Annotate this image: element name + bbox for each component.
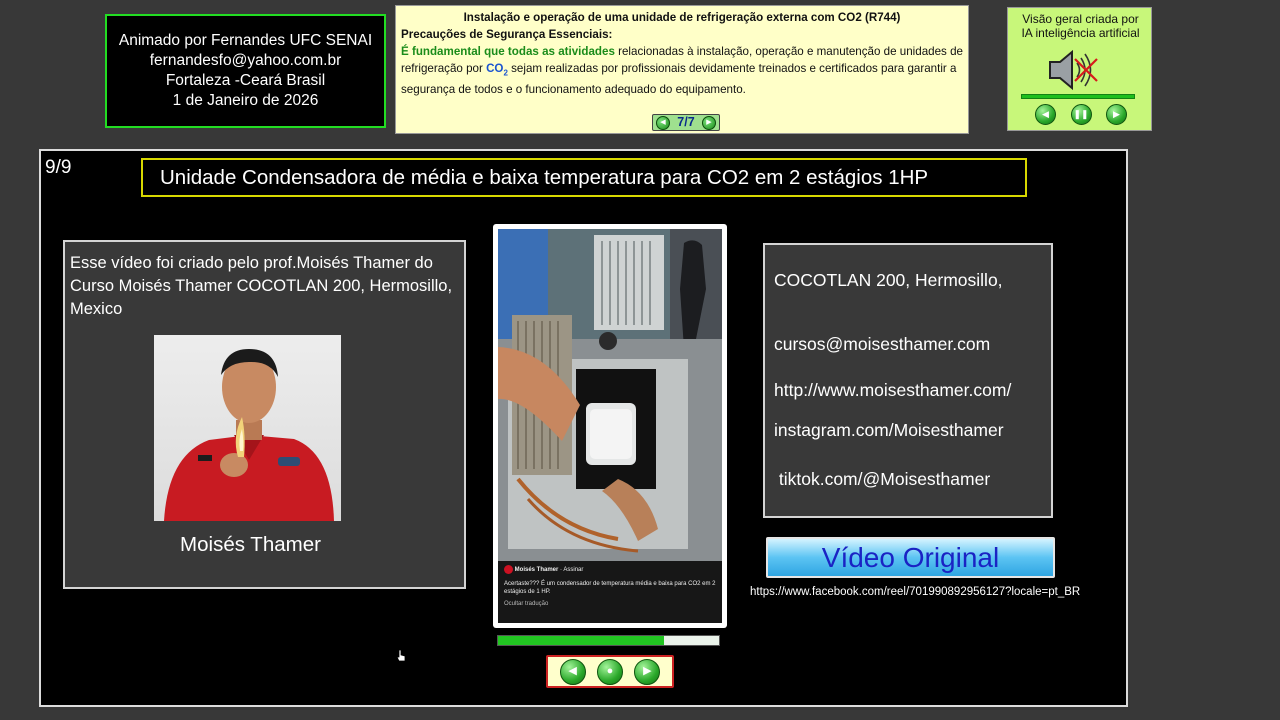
video-progress-bar[interactable] (497, 635, 720, 646)
author-description: Esse vídeo foi criado pelo prof.Moisés T… (70, 254, 453, 318)
pause-icon[interactable]: ❚❚ (1070, 104, 1092, 125)
contact-email[interactable]: cursos@moisesthamer.com (774, 334, 990, 355)
avatar (504, 565, 513, 574)
ai-caption-line: Visão geral criada por (1022, 12, 1139, 26)
credits-line: 1 de Janeiro de 2026 (172, 92, 319, 109)
slide-title: Unidade Condensadora de média e baixa te… (141, 158, 1027, 197)
page-indicator: 7/7 (677, 115, 695, 129)
original-video-button[interactable]: Vídeo Original (766, 537, 1055, 578)
stop-icon[interactable]: ● (596, 658, 623, 685)
ai-caption: Visão geral criada por IA inteligência a… (1008, 12, 1153, 40)
credits-line: fernandesfo@yahoo.com.br (149, 52, 342, 69)
prev-icon[interactable]: ◀ (656, 115, 670, 130)
ai-overview-panel: Visão geral criada por IA inteligência a… (1007, 7, 1152, 131)
video-caption-follow[interactable]: Assinar (563, 567, 583, 573)
ai-audio-progress[interactable] (1021, 94, 1135, 99)
co2-text: CO (486, 62, 504, 75)
video-progress-fill (498, 636, 664, 645)
safety-notice: Instalação e operação de uma unidade de … (395, 5, 969, 134)
prev-icon[interactable]: ◀ (559, 658, 586, 685)
prev-icon[interactable]: ◀ (1035, 104, 1056, 125)
next-icon[interactable]: ▶ (634, 658, 661, 685)
video-caption: Moisés Thamer · Assinar Acertaste??? É u… (498, 561, 722, 623)
author-name: Moisés Thamer (180, 533, 321, 556)
video-controls: ◀ ● ▶ (546, 655, 674, 688)
next-icon[interactable]: ▶ (1106, 104, 1127, 125)
contact-instagram[interactable]: instagram.com/Moisesthamer (774, 420, 1004, 441)
contact-website[interactable]: http://www.moisesthamer.com/ (774, 380, 1011, 401)
video-caption-text: Acertaste??? É um condensador de tempera… (504, 581, 716, 596)
contact-panel: COCOTLAN 200, Hermosillo, cursos@moisest… (763, 243, 1053, 518)
slide-number: 9/9 (45, 157, 72, 178)
credits-line: Fortaleza -Ceará Brasil (165, 72, 326, 89)
video-caption-author: Moisés Thamer (514, 567, 559, 574)
safety-subtitle: Precauções de Segurança Essenciais: (401, 28, 613, 41)
safety-highlight: É fundamental que todas as atividades (401, 45, 615, 58)
video-caption-translate[interactable]: Ocultar tradução (504, 600, 716, 608)
hand-cursor-icon (396, 650, 406, 662)
credits-box: Animado por Fernandes UFC SENAI fernande… (105, 14, 386, 128)
safety-body: É fundamental que todas as atividades re… (401, 43, 963, 98)
original-video-url[interactable]: https://www.facebook.com/reel/7019908929… (750, 586, 1080, 598)
author-panel: Esse vídeo foi criado pelo prof.Moisés T… (63, 240, 466, 589)
ai-audio-controls: ◀ ❚❚ ▶ (1035, 104, 1127, 126)
video-caption-header: Moisés Thamer · Assinar (504, 565, 716, 574)
video-player[interactable]: Moisés Thamer · Assinar Acertaste??? É u… (498, 229, 722, 623)
contact-tiktok[interactable]: tiktok.com/@Moisesthamer (774, 469, 990, 490)
credits-line: Animado por Fernandes UFC SENAI (118, 32, 373, 49)
co2-label: CO2 (486, 62, 508, 77)
author-photo (154, 335, 341, 521)
contact-location: COCOTLAN 200, Hermosillo, (774, 270, 1003, 290)
next-icon[interactable]: ▶ (701, 115, 716, 130)
speaker-muted-icon[interactable] (1046, 48, 1102, 92)
ai-caption-line: IA inteligência artificial (1021, 26, 1140, 40)
safety-pager: ◀ 7/7 ▶ (652, 114, 720, 131)
main-slide: 9/9 Unidade Condensadora de média e baix… (39, 149, 1128, 707)
safety-title: Instalação e operação de uma unidade de … (463, 11, 901, 24)
